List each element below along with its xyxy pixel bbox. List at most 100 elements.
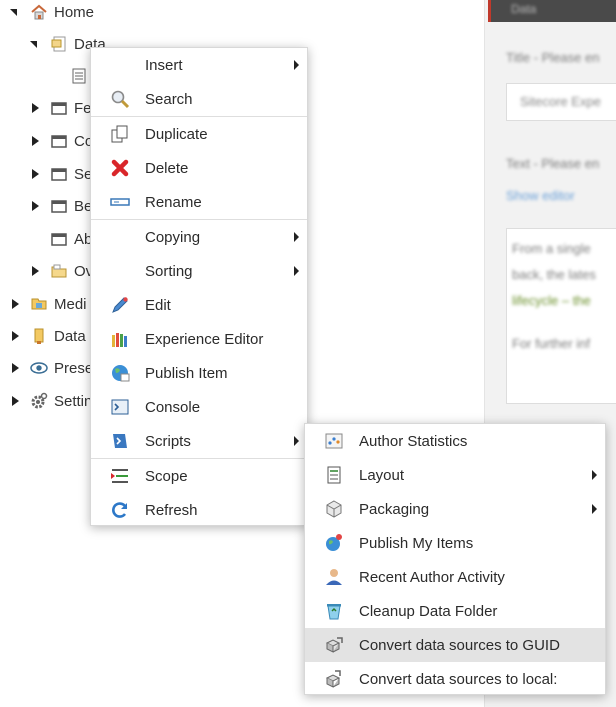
expand-arrow-icon[interactable] bbox=[30, 136, 40, 146]
publish-globe-icon bbox=[323, 532, 345, 554]
menu-label: Duplicate bbox=[145, 125, 208, 143]
duplicate-icon bbox=[109, 123, 131, 145]
user-icon bbox=[323, 566, 345, 588]
tree-node-presentation[interactable]: Prese bbox=[10, 356, 93, 380]
menu-label: Packaging bbox=[359, 500, 430, 518]
convert-icon bbox=[323, 634, 345, 656]
delete-x-icon bbox=[109, 157, 131, 179]
menu-item-sorting[interactable]: Sorting bbox=[91, 254, 307, 288]
show-editor-link[interactable]: Show editor bbox=[506, 188, 575, 203]
rename-icon bbox=[109, 191, 131, 213]
menu-label: Scope bbox=[145, 467, 188, 485]
window-icon bbox=[50, 132, 68, 150]
menu-item-author-statistics[interactable]: Author Statistics bbox=[305, 424, 605, 458]
menu-label: Layout bbox=[359, 466, 405, 484]
menu-label: Author Statistics bbox=[359, 432, 468, 450]
window-icon bbox=[50, 99, 68, 117]
window-icon bbox=[50, 230, 68, 248]
tree-node-settings[interactable]: Settin bbox=[10, 389, 92, 413]
tree-node-child-2[interactable]: Co bbox=[30, 129, 93, 153]
menu-item-publish-item[interactable]: Publish Item bbox=[91, 356, 307, 390]
submenu-arrow-icon bbox=[294, 232, 299, 242]
menu-item-scripts[interactable]: Scripts bbox=[91, 424, 307, 458]
menu-item-edit[interactable]: Edit bbox=[91, 288, 307, 322]
expand-arrow-icon[interactable] bbox=[30, 266, 40, 276]
menu-label: Recent Author Activity bbox=[359, 568, 505, 586]
menu-item-layout[interactable]: Layout bbox=[305, 458, 605, 492]
menu-item-cleanup-data-folder[interactable]: Cleanup Data Folder bbox=[305, 594, 605, 628]
menu-item-delete[interactable]: Delete bbox=[91, 151, 307, 185]
tree-node-child-4[interactable]: Be bbox=[30, 194, 92, 218]
package-icon bbox=[323, 498, 345, 520]
menu-item-experience-editor[interactable]: Experience Editor bbox=[91, 322, 307, 356]
eye-icon bbox=[30, 359, 48, 377]
tree-node-home[interactable]: Home bbox=[10, 0, 94, 24]
expand-arrow-icon[interactable] bbox=[30, 201, 40, 211]
submenu-arrow-icon bbox=[592, 504, 597, 514]
tree-node-child-1[interactable]: Fe bbox=[30, 96, 92, 120]
menu-label: Search bbox=[145, 90, 193, 108]
title-field-value: Sitecore Expe bbox=[520, 94, 601, 109]
menu-label: Insert bbox=[145, 56, 183, 74]
submenu-arrow-icon bbox=[592, 470, 597, 480]
expand-arrow-icon[interactable] bbox=[30, 103, 40, 113]
expand-arrow-icon[interactable] bbox=[30, 169, 40, 179]
tree-node-child-5[interactable]: Ab bbox=[40, 227, 92, 251]
menu-label: Convert data sources to local: bbox=[359, 670, 558, 688]
gear-icon bbox=[30, 392, 48, 410]
collapse-arrow-icon[interactable] bbox=[10, 7, 20, 17]
menu-item-console[interactable]: Console bbox=[91, 390, 307, 424]
menu-item-scope[interactable]: Scope bbox=[91, 459, 307, 493]
menu-item-convert-to-guid[interactable]: Convert data sources to GUID bbox=[305, 628, 605, 662]
expand-arrow-icon[interactable] bbox=[10, 299, 20, 309]
window-icon bbox=[50, 197, 68, 215]
menu-label: Console bbox=[145, 398, 201, 416]
media-library-icon bbox=[30, 295, 48, 313]
menu-item-recent-author-activity[interactable]: Recent Author Activity bbox=[305, 560, 605, 594]
tree-label-settings: Settin bbox=[54, 392, 93, 410]
text-line-2: back, the lates bbox=[512, 267, 596, 282]
menu-label: Sorting bbox=[145, 262, 193, 280]
chart-icon bbox=[323, 430, 345, 452]
tree-label-home: Home bbox=[54, 3, 95, 21]
menu-item-publish-my-items[interactable]: Publish My Items bbox=[305, 526, 605, 560]
scripts-icon bbox=[109, 430, 131, 452]
scope-icon bbox=[109, 465, 131, 487]
tree-node-templates[interactable]: Data bbox=[10, 324, 86, 348]
menu-item-copying[interactable]: Copying bbox=[91, 220, 307, 254]
menu-item-insert[interactable]: Insert bbox=[91, 48, 307, 82]
menu-item-duplicate[interactable]: Duplicate bbox=[91, 117, 307, 151]
tree-node-child-6[interactable]: Ov bbox=[30, 259, 93, 283]
menu-label: Copying bbox=[145, 228, 201, 246]
tree-label-presentation: Prese bbox=[54, 359, 94, 377]
document-icon bbox=[70, 67, 88, 85]
menu-item-rename[interactable]: Rename bbox=[91, 185, 307, 219]
menu-item-packaging[interactable]: Packaging bbox=[305, 492, 605, 526]
folder-icon bbox=[50, 262, 68, 280]
menu-item-refresh[interactable]: Refresh bbox=[91, 493, 307, 527]
expand-arrow-icon[interactable] bbox=[10, 396, 20, 406]
console-icon bbox=[109, 396, 131, 418]
layout-icon bbox=[323, 464, 345, 486]
menu-label: Edit bbox=[145, 296, 171, 314]
menu-label: Experience Editor bbox=[145, 330, 264, 348]
title-field-label: Title - Please en bbox=[506, 50, 600, 65]
menu-item-search[interactable]: Search bbox=[91, 82, 307, 116]
menu-label: Convert data sources to GUID bbox=[359, 636, 560, 654]
submenu-arrow-icon bbox=[294, 60, 299, 70]
menu-label: Scripts bbox=[145, 432, 191, 450]
text-line-1: From a single bbox=[512, 241, 591, 256]
text-line-4: For further inf bbox=[512, 336, 591, 351]
text-line-3: lifecycle – the bbox=[512, 293, 591, 308]
tree-node-child-3[interactable]: Se bbox=[30, 162, 92, 186]
menu-item-convert-to-local[interactable]: Convert data sources to local: bbox=[305, 662, 605, 696]
expand-arrow-icon[interactable] bbox=[10, 363, 20, 373]
submenu-arrow-icon bbox=[294, 436, 299, 446]
menu-label: Publish Item bbox=[145, 364, 228, 382]
tree-node-media[interactable]: Medi bbox=[10, 292, 87, 316]
expand-arrow-icon[interactable] bbox=[10, 331, 20, 341]
collapse-arrow-icon[interactable] bbox=[30, 39, 40, 49]
tree-label-media: Medi bbox=[54, 295, 87, 313]
pencil-icon bbox=[109, 294, 131, 316]
globe-icon bbox=[109, 362, 131, 384]
